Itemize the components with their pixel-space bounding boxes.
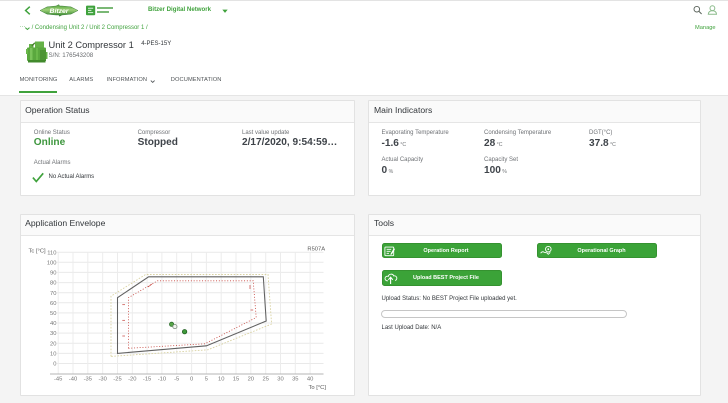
svg-text:Bitzer: Bitzer bbox=[50, 8, 69, 15]
